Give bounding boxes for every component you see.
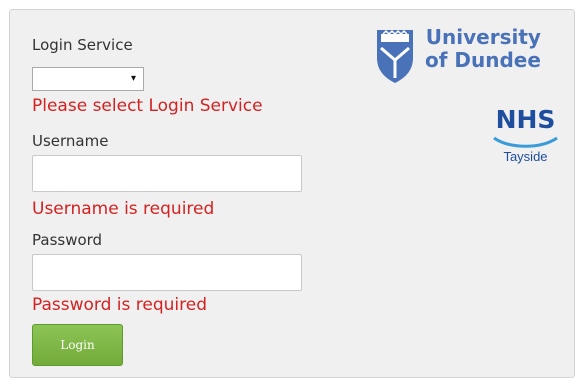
nhs-swoosh-icon <box>493 136 558 148</box>
dropdown-arrow-icon: ▾ <box>130 73 136 84</box>
university-line2: of Dundee <box>425 48 541 72</box>
nhs-name: NHS <box>495 105 556 134</box>
university-line1: University <box>425 25 541 49</box>
university-crest-icon <box>377 29 413 83</box>
login-panel: Login Service ▾ Please select Login Serv… <box>9 9 575 378</box>
username-label: Username <box>32 132 109 150</box>
login-service-error: Please select Login Service <box>32 96 263 116</box>
password-field[interactable] <box>32 254 302 291</box>
username-field[interactable] <box>32 155 302 192</box>
login-service-label: Login Service <box>32 36 133 54</box>
password-label: Password <box>32 231 103 249</box>
nhs-region: Tayside <box>503 149 548 164</box>
username-error: Username is required <box>32 199 215 219</box>
nhs-logo: NHS Tayside <box>488 105 563 175</box>
university-logo-text: University of Dundee <box>425 26 541 72</box>
login-service-select[interactable]: ▾ <box>32 67 144 91</box>
login-button[interactable]: Login <box>32 324 123 366</box>
password-error: Password is required <box>32 295 208 315</box>
